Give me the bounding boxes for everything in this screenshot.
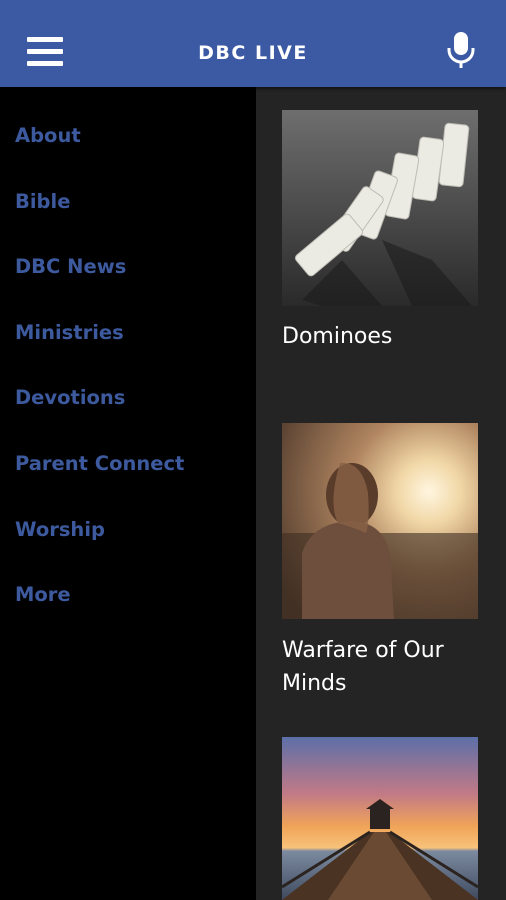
- card-title-dominoes[interactable]: Dominoes: [282, 320, 497, 353]
- pier-sunset-photo[interactable]: [282, 737, 478, 900]
- card-title-warfare-of-our-minds[interactable]: Warfare of Our Minds: [282, 634, 497, 700]
- woman-sunset-photo[interactable]: [282, 423, 478, 619]
- nav-item-worship[interactable]: Worship: [15, 518, 105, 541]
- nav-item-parent-connect[interactable]: Parent Connect: [15, 452, 184, 475]
- app-title: DBC LIVE: [198, 42, 308, 64]
- nav-item-bible[interactable]: Bible: [15, 190, 70, 213]
- navigation-drawer: About Bible DBC News Ministries Devotion…: [0, 87, 256, 900]
- nav-item-ministries[interactable]: Ministries: [15, 321, 124, 344]
- dominoes-photo[interactable]: [282, 110, 478, 306]
- nav-item-dbc-news[interactable]: DBC News: [15, 255, 126, 278]
- nav-item-more[interactable]: More: [15, 583, 71, 606]
- nav-item-devotions[interactable]: Devotions: [15, 386, 125, 409]
- app-header: DBC LIVE: [0, 0, 506, 87]
- microphone-icon[interactable]: [445, 31, 477, 69]
- nav-item-about[interactable]: About: [15, 124, 81, 147]
- article-feed: Dominoes Warfare of Our Minds: [256, 87, 506, 900]
